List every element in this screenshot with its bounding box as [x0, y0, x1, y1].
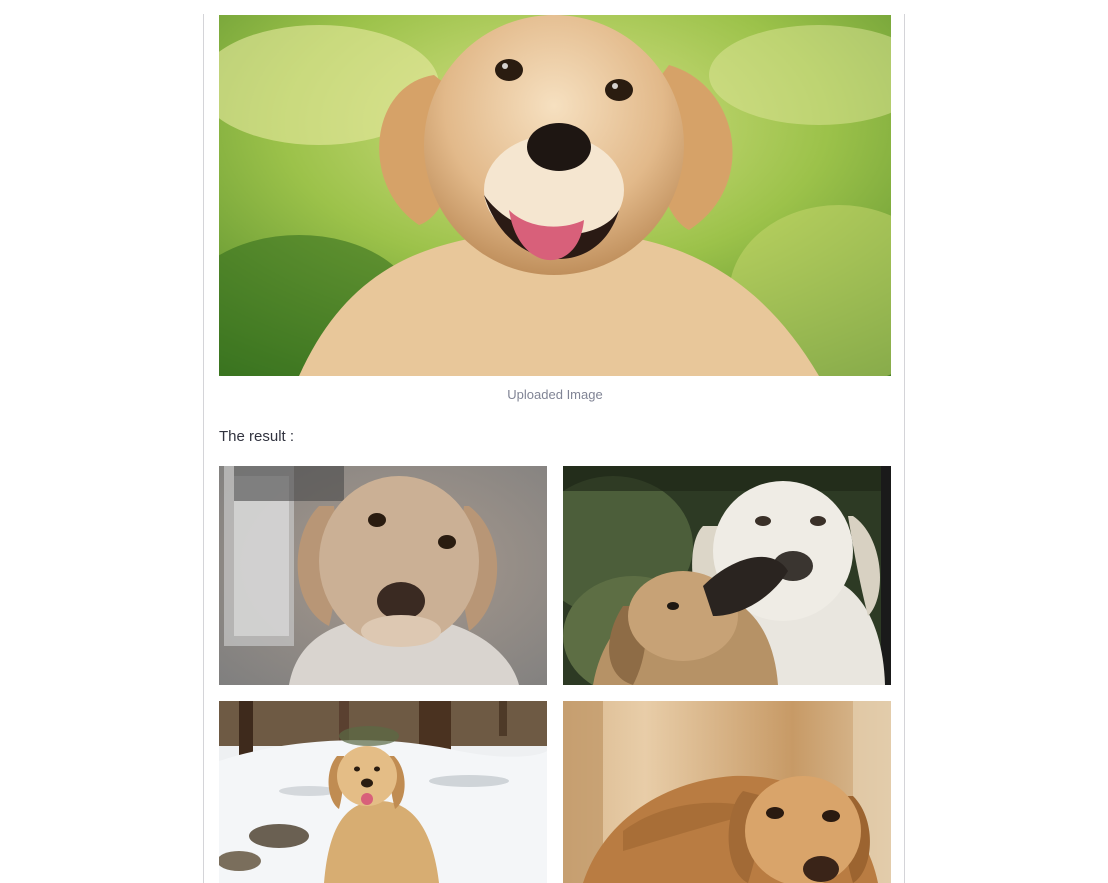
result-image-4: [563, 701, 891, 883]
result-image-4-graphic: [563, 701, 891, 883]
uploaded-image-caption: Uploaded Image: [507, 387, 603, 402]
result-heading: The result :: [219, 428, 295, 445]
result-image-1: [219, 466, 547, 685]
result-image-2: [563, 466, 891, 685]
result-image-3-graphic: [219, 701, 547, 883]
result-image-1-graphic: [219, 466, 547, 685]
main-block-container: Uploaded Image The result :: [203, 14, 905, 883]
result-image-2-graphic: [563, 466, 891, 685]
uploaded-image: [219, 15, 891, 376]
result-image-3: [219, 701, 547, 883]
uploaded-image-graphic: [219, 15, 891, 376]
page: Uploaded Image The result :: [0, 0, 1108, 883]
